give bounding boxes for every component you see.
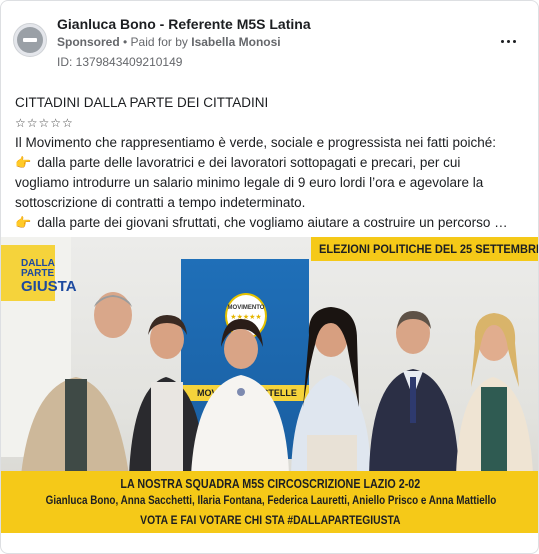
person-3: [191, 319, 289, 475]
pointing-hand-icon: 👉: [15, 215, 32, 230]
post-message: CITTADINI DALLA PARTE DEI CITTADINI ☆☆☆☆…: [15, 93, 527, 233]
more-dot: [506, 39, 510, 43]
more-horizontal-icon: [500, 39, 504, 43]
payer-name: Isabella Monosi: [191, 35, 281, 49]
caption-line-1: LA NOSTRA SQUADRA M5S CIRCOSCRIZIONE LAZ…: [1, 477, 538, 491]
person-6: [456, 313, 533, 475]
caption-line-2-text: Gianluca Bono, Anna Sacchetti, Ilaria Fo…: [45, 495, 496, 507]
person-4: [291, 307, 371, 475]
message-line: vogliamo introdurre un salario minimo le…: [15, 175, 484, 190]
paid-for-prefix: Paid for by: [130, 35, 192, 49]
post-header: Gianluca Bono - Referente M5S Latina Spo…: [1, 1, 538, 81]
meta-separator: •: [119, 35, 131, 49]
page-avatar[interactable]: [13, 23, 47, 57]
message-line-text: dalla parte dei giovani sfruttati, che v…: [37, 215, 508, 230]
more-dot: [512, 39, 516, 43]
more-options-button[interactable]: [496, 31, 520, 51]
person-5: [369, 311, 459, 475]
sponsored-label: Sponsored: [57, 35, 120, 49]
sponsored-meta: Sponsored • Paid for by Isabella Monosi: [57, 35, 281, 49]
message-line: 👉 dalla parte delle lavoratrici e dei lav…: [15, 153, 527, 173]
page-name-link[interactable]: Gianluca Bono - Referente M5S Latina: [57, 16, 311, 32]
message-line-text: dalla parte delle lavoratrici e dei lavo…: [37, 155, 461, 170]
message-line: sottoscrizione di contratti a tempo inde…: [15, 195, 306, 210]
message-line: 👉 dalla parte dei giovani sfruttati, che …: [15, 213, 527, 233]
message-heading: CITTADINI DALLA PARTE DEI CITTADINI: [15, 95, 269, 110]
ad-id: ID: 1379843409210149: [57, 55, 183, 69]
message-stars: ☆☆☆☆☆: [15, 116, 74, 130]
campaign-photo[interactable]: DALLA PARTE GIUSTA MOVIMENTO ★★★★★ 2050 …: [1, 237, 538, 533]
ad-post-card: Gianluca Bono - Referente M5S Latina Spo…: [0, 0, 539, 554]
caption-line-3-text: VOTA E FAI VOTARE CHI STA #DALLAPARTEGIU…: [140, 513, 401, 527]
pointing-hand-icon: 👉: [15, 155, 32, 170]
caption-line-2: Gianluca Bono, Anna Sacchetti, Ilaria Fo…: [1, 495, 538, 507]
no-entry-icon: [17, 27, 43, 53]
person-1: [21, 292, 132, 475]
caption-line-3: VOTA E FAI VOTARE CHI STA #DALLAPARTEGIU…: [1, 513, 538, 527]
message-line: Il Movimento che rappresentiamo è verde,…: [15, 135, 496, 150]
photo-caption-band: LA NOSTRA SQUADRA M5S CIRCOSCRIZIONE LAZ…: [1, 471, 538, 533]
caption-line-1-text: LA NOSTRA SQUADRA M5S CIRCOSCRIZIONE LAZ…: [120, 477, 421, 491]
